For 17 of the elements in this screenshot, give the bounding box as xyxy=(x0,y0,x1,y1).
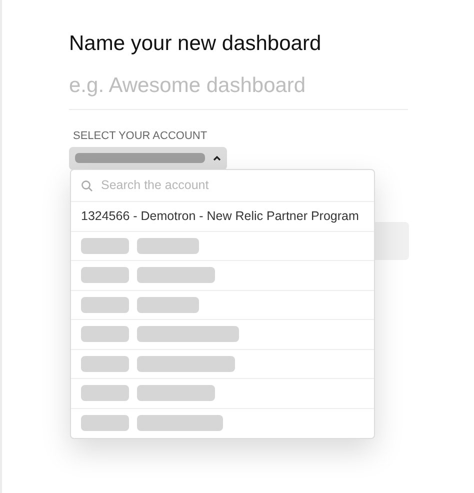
redacted-text xyxy=(81,326,129,342)
search-field[interactable]: Search the account xyxy=(101,176,364,195)
caret-icon xyxy=(213,155,221,161)
redacted-text xyxy=(81,415,129,432)
name-field[interactable]: e.g. Awesome dashboard xyxy=(69,70,408,110)
account-option[interactable]: 1324566 - Demotron - New Relic Partner Program xyxy=(71,202,374,232)
redacted-text xyxy=(81,385,129,402)
redacted-text xyxy=(81,238,129,254)
redacted-text xyxy=(81,356,129,372)
redacted-text xyxy=(137,296,199,313)
redacted-text xyxy=(81,267,129,284)
redacted-text xyxy=(137,238,199,254)
page-title: Name your new dashboard xyxy=(69,31,322,57)
redacted-text xyxy=(81,296,129,313)
account-select[interactable] xyxy=(69,146,227,170)
field-label: SELECT YOUR ACCOUNT xyxy=(73,129,208,144)
search-icon xyxy=(81,180,93,192)
